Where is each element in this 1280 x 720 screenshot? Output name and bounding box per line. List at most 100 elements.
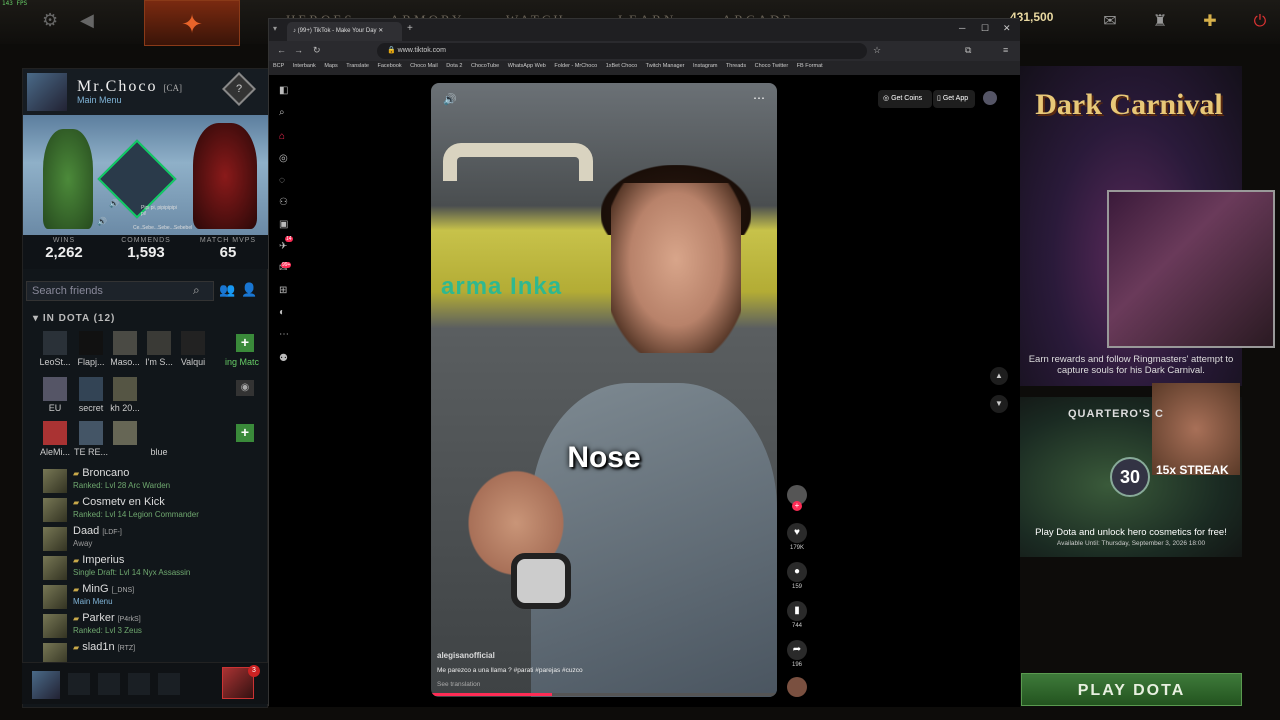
bookmark[interactable]: Choco Mail bbox=[410, 63, 438, 69]
inventory-icon[interactable]: ♜ bbox=[1146, 8, 1174, 36]
creator-avatar[interactable]: + bbox=[783, 485, 811, 511]
bookmark[interactable]: 1xBet Choco bbox=[606, 63, 638, 69]
bookmark[interactable]: Interbank bbox=[293, 63, 316, 69]
forward-icon[interactable]: → bbox=[294, 45, 303, 55]
bookmark[interactable]: Choco Twitter bbox=[755, 63, 789, 69]
bookmark[interactable]: Threads bbox=[726, 63, 746, 69]
in-dota-section-header[interactable]: ▾ IN DOTA (12) bbox=[33, 313, 115, 324]
bookmark[interactable]: BCP bbox=[273, 63, 284, 69]
friend-row[interactable]: ▰ Cosmetv en Kick Ranked: Lvl 14 Legion C… bbox=[43, 496, 263, 526]
dota-logo-button[interactable]: ✦ bbox=[144, 0, 240, 46]
bookmark[interactable]: Instagram bbox=[693, 63, 717, 69]
friends-group-icon[interactable]: 👤 bbox=[241, 282, 257, 298]
friend-avatar[interactable] bbox=[113, 421, 137, 445]
next-video-chevron-down-icon[interactable]: ▼ bbox=[990, 395, 1008, 413]
settings-gear-icon[interactable]: ⚙ bbox=[42, 10, 58, 31]
friend-row[interactable]: Daad [LDF-] Away bbox=[43, 525, 263, 555]
reload-icon[interactable]: ↻ bbox=[313, 45, 321, 56]
profile-icon[interactable]: ◐ bbox=[279, 307, 285, 318]
get-app-button[interactable]: ▯ Get App bbox=[933, 90, 975, 108]
power-icon[interactable]: ⏻ bbox=[1246, 8, 1274, 36]
save-button[interactable]: ▮ 744 bbox=[783, 601, 811, 629]
invite-plus-button[interactable]: + bbox=[236, 424, 254, 442]
friend-avatar[interactable] bbox=[113, 377, 137, 401]
browser-tab[interactable]: ♪ (99+) TikTok - Make Your Day ✕ bbox=[287, 22, 402, 41]
friend-avatar[interactable] bbox=[43, 421, 67, 445]
friend-row[interactable]: ▰ MinG [_DNS] Main Menu bbox=[43, 583, 263, 613]
tab-list-icon[interactable]: ▾ bbox=[273, 24, 277, 33]
speaker-icon-2[interactable]: 🔊 bbox=[97, 217, 107, 226]
party-slot[interactable] bbox=[98, 673, 120, 695]
minimize-button[interactable]: ─ bbox=[959, 23, 965, 33]
following-avatars-icon[interactable]: ⚉ bbox=[279, 353, 288, 364]
friend-avatar[interactable] bbox=[79, 331, 103, 355]
more-options-icon[interactable]: ⋯ bbox=[753, 91, 765, 105]
video-progress-bar[interactable] bbox=[431, 693, 777, 696]
friend-avatar[interactable] bbox=[147, 331, 171, 355]
previous-video-chevron-up-icon[interactable]: ▲ bbox=[990, 367, 1008, 385]
back-arrow-icon[interactable]: ◀ bbox=[80, 10, 94, 31]
maximize-button[interactable]: ☐ bbox=[981, 23, 989, 34]
invite-plus-button[interactable]: + bbox=[236, 334, 254, 352]
friend-row[interactable]: ▰ Imperius Single Draft: Lvl 14 Nyx Assas… bbox=[43, 554, 263, 584]
friend-avatar[interactable] bbox=[43, 377, 67, 401]
hero-showcase[interactable]: Pipi pi, pipipipipi pi! Ce..Sebe...Sebe.… bbox=[23, 115, 269, 235]
party-slot[interactable] bbox=[158, 673, 180, 695]
friend-avatar[interactable] bbox=[113, 331, 137, 355]
search-friends-input[interactable]: Search friends bbox=[26, 281, 214, 301]
star-icon[interactable]: ☆ bbox=[873, 45, 881, 56]
party-slot[interactable] bbox=[128, 673, 150, 695]
speaker-icon[interactable]: 🔊 bbox=[109, 199, 119, 208]
bookmark[interactable]: Twitch Manager bbox=[646, 63, 685, 69]
share-button[interactable]: ➦ 196 bbox=[783, 640, 811, 668]
following-icon[interactable]: ◌ bbox=[279, 175, 285, 186]
party-slot[interactable] bbox=[68, 673, 90, 695]
quartero-event-banner[interactable]: QUARTERO'S C 30 15x STREAK Play Dota and… bbox=[1020, 383, 1242, 557]
explore-icon[interactable]: ◎ bbox=[279, 153, 288, 164]
messages-icon[interactable]: ✈ bbox=[279, 241, 287, 252]
new-tab-button[interactable]: + bbox=[407, 23, 413, 34]
see-translation-link[interactable]: See translation bbox=[437, 681, 480, 688]
comment-button[interactable]: ● 159 bbox=[783, 562, 811, 590]
video-player[interactable]: arma Inka Nose 🔊 ⋯ alegisanofficial Me p… bbox=[431, 83, 777, 697]
friend-avatar[interactable] bbox=[181, 331, 205, 355]
friend-avatar[interactable] bbox=[79, 421, 103, 445]
mail-icon[interactable]: ✉ bbox=[1096, 8, 1124, 36]
follow-plus-icon[interactable]: + bbox=[792, 501, 802, 511]
extensions-icon[interactable]: ⧉ bbox=[965, 45, 971, 56]
bookmark[interactable]: FB Format bbox=[797, 63, 823, 69]
more-icon[interactable]: ⋯ bbox=[279, 329, 289, 340]
rank-medal[interactable]: ? bbox=[222, 72, 256, 106]
party-self-avatar[interactable] bbox=[32, 671, 60, 699]
friend-row[interactable]: ▰ Broncano Ranked: Lvl 28 Arc Warden bbox=[43, 467, 263, 497]
avatar[interactable] bbox=[27, 73, 67, 111]
back-icon[interactable]: ← bbox=[277, 45, 286, 55]
address-bar[interactable]: 🔒 www.tiktok.com bbox=[377, 43, 867, 59]
friends-icon[interactable]: ⚇ bbox=[279, 197, 288, 208]
friend-avatar[interactable] bbox=[43, 331, 67, 355]
add-friend-icon[interactable]: 👥 bbox=[219, 282, 235, 298]
bookmark[interactable]: Maps bbox=[324, 63, 337, 69]
collapse-sidebar-icon[interactable]: ◧ bbox=[279, 85, 288, 96]
volume-icon[interactable]: 🔊 bbox=[443, 93, 457, 106]
live-icon[interactable]: ▣ bbox=[279, 219, 288, 230]
like-button[interactable]: ♥ 179K bbox=[783, 523, 811, 551]
video-author[interactable]: alegisanofficial bbox=[437, 651, 495, 660]
close-window-button[interactable]: ✕ bbox=[1003, 23, 1011, 34]
search-icon[interactable]: ⌕ bbox=[193, 283, 200, 298]
get-coins-button[interactable]: ◎ Get Coins bbox=[878, 90, 932, 108]
bookmark[interactable]: ChocoTube bbox=[471, 63, 499, 69]
play-dota-button[interactable]: PLAY DOTA bbox=[1021, 673, 1242, 706]
bookmark[interactable]: Folder - MrChoco bbox=[554, 63, 597, 69]
friend-row[interactable]: ▰ Parker [P4rkS] Ranked: Lvl 3 Zeus bbox=[43, 612, 263, 642]
bookmark[interactable]: Facebook bbox=[377, 63, 401, 69]
tiktok-avatar[interactable] bbox=[983, 91, 997, 105]
spectate-eye-icon[interactable]: ◉ bbox=[236, 380, 254, 396]
bookmark[interactable]: Dota 2 bbox=[446, 63, 462, 69]
upload-icon[interactable]: ⊞ bbox=[279, 285, 287, 296]
search-icon[interactable]: ⌕ bbox=[279, 107, 285, 118]
friend-avatar[interactable] bbox=[79, 377, 103, 401]
bookmark[interactable]: Translate bbox=[346, 63, 369, 69]
bookmark[interactable]: WhatsApp Web bbox=[508, 63, 546, 69]
menu-icon[interactable]: ≡ bbox=[1003, 45, 1008, 55]
